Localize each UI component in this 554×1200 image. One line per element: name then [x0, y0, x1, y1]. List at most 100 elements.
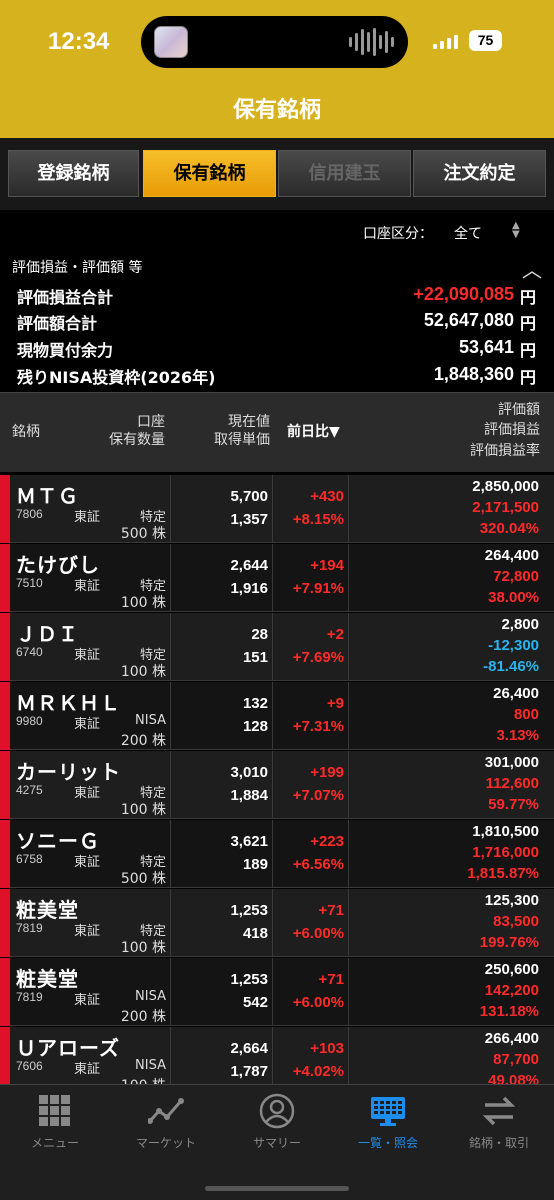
- tab-registered[interactable]: 登録銘柄: [8, 150, 139, 197]
- stock-code: 7510: [16, 576, 43, 590]
- table-row[interactable]: ＪＤＩ 6740 東証 特定 100 株 28 151 +2 +7.69% 2,800 -12,30…: [0, 613, 554, 681]
- unrealized-pl-rate: -81.46%: [483, 658, 539, 675]
- gain-indicator-bar: [0, 544, 10, 612]
- market-label: 東証: [74, 1062, 101, 1077]
- table-row[interactable]: カーリット 4275 東証 特定 100 株 3,010 1,884 +199 +7.07% 30…: [0, 751, 554, 819]
- holdings-list: ＭＴＧ 7806 東証 特定 500 株 5,700 1,357 +430 +8.15% 2,85…: [0, 475, 554, 1084]
- cost-price: 1,916: [230, 580, 268, 597]
- stock-code: 7806: [16, 507, 43, 521]
- table-row[interactable]: ＭＴＧ 7806 東証 特定 500 株 5,700 1,357 +430 +8.15% 2,85…: [0, 475, 554, 543]
- tab-orders[interactable]: 注文約定: [413, 150, 546, 197]
- stock-name: 粧美堂: [16, 898, 79, 922]
- current-price: 3,010: [230, 764, 268, 781]
- table-row[interactable]: 粧美堂 7819 東証 NISA 200 株 1,253 542 +71 +6.00% 250,6…: [0, 958, 554, 1026]
- summary-unit: 円: [519, 314, 536, 333]
- gain-indicator-bar: [0, 958, 10, 1026]
- cell-divider: [170, 1027, 171, 1084]
- unrealized-pl: 87,700: [493, 1051, 539, 1068]
- dynamic-island[interactable]: [141, 16, 408, 68]
- table-row[interactable]: Ｕアローズ7606 東証 NISA 100 株 2,664 1,787 +103 +4.02%…: [0, 1027, 554, 1084]
- cell-divider: [170, 475, 171, 543]
- market-value: 26,400: [493, 685, 539, 702]
- unrealized-pl-rate: 320.04%: [479, 520, 539, 537]
- table-row[interactable]: ソニーＧ 6758 東証 特定 500 株 3,621 189 +223 +6.56% 1,810…: [0, 820, 554, 888]
- cell-divider: [348, 1027, 349, 1084]
- collapse-caret-icon[interactable]: ︿: [522, 254, 542, 283]
- select-arrows-icon[interactable]: ▲ ▼: [512, 221, 520, 240]
- market-label: 東証: [74, 993, 101, 1008]
- bottom-nav: メニュー マーケット サマリー 一覧・照会 銘柄・取引: [0, 1084, 554, 1200]
- market-label: 東証: [74, 717, 101, 732]
- cell-divider: [348, 820, 349, 888]
- summary-unit: 円: [519, 288, 536, 307]
- summary-row-nisa: 残りNISA投資枠(2026年) 1,848,360 円: [0, 361, 554, 387]
- filter-value[interactable]: 全て: [454, 223, 482, 243]
- tab-margin[interactable]: 信用建玉: [278, 150, 411, 197]
- cell-divider: [348, 475, 349, 543]
- col-price[interactable]: 現在値: [228, 413, 270, 432]
- person-icon: [259, 1093, 295, 1129]
- stock-code: 7606: [16, 1059, 43, 1073]
- nav-menu[interactable]: メニュー: [0, 1085, 110, 1155]
- account-filter[interactable]: 口座区分： 全て ▲ ▼: [0, 210, 554, 252]
- cost-price: 1,787: [230, 1063, 268, 1080]
- summary-value: 53,641: [458, 337, 514, 357]
- summary-row-value: 評価額合計 52,647,080 円: [0, 307, 554, 333]
- gain-indicator-bar: [0, 613, 10, 681]
- current-price: 132: [242, 695, 268, 712]
- day-change: +194: [310, 557, 344, 574]
- tab-holdings[interactable]: 保有銘柄: [143, 150, 276, 197]
- stock-code: 7819: [16, 921, 43, 935]
- summary-header[interactable]: 評価損益・評価額 等 ︿: [0, 252, 554, 283]
- col-cost[interactable]: 取得単価: [214, 431, 270, 450]
- stock-name: カーリット: [16, 760, 121, 784]
- market-value: 301,000: [484, 754, 539, 771]
- unrealized-pl: -12,300: [488, 637, 539, 654]
- cell-divider: [272, 475, 273, 543]
- grid-icon: [39, 1095, 70, 1126]
- col-quantity[interactable]: 保有数量: [109, 431, 165, 450]
- stock-code: 6740: [16, 645, 43, 659]
- nav-summary[interactable]: サマリー: [222, 1085, 332, 1155]
- nav-list[interactable]: 一覧・照会: [333, 1085, 443, 1155]
- col-name[interactable]: 銘柄: [12, 423, 40, 442]
- quantity: 100 株: [121, 1075, 166, 1084]
- cell-divider: [170, 682, 171, 750]
- summary-label: 残りNISA投資枠(2026年): [17, 368, 216, 387]
- cell-divider: [348, 613, 349, 681]
- nav-market[interactable]: マーケット: [111, 1085, 221, 1155]
- gain-indicator-bar: [0, 751, 10, 819]
- now-playing-thumbnail: [154, 26, 188, 58]
- summary-title: 評価損益・評価額 等: [12, 260, 143, 276]
- quantity: 100 株: [120, 940, 166, 956]
- day-change: +103: [310, 1040, 344, 1057]
- unrealized-pl-rate: 131.18%: [479, 1003, 539, 1020]
- gain-indicator-bar: [0, 1027, 10, 1084]
- filter-label: 口座区分：: [363, 226, 433, 242]
- summary-row-buying-power: 現物買付余力 53,641 円: [0, 334, 554, 360]
- unrealized-pl-rate: 3.13%: [496, 727, 539, 744]
- cell-divider: [348, 958, 349, 1026]
- col-change-sort[interactable]: 前日比▼: [287, 423, 340, 442]
- chart-line-icon: [148, 1098, 184, 1124]
- nav-trade[interactable]: 銘柄・取引: [444, 1085, 554, 1155]
- market-label: 東証: [74, 510, 101, 525]
- market-value: 2,850,000: [472, 478, 539, 495]
- cost-price: 1,357: [230, 511, 268, 528]
- unrealized-pl: 72,800: [493, 568, 539, 585]
- cell-divider: [170, 544, 171, 612]
- market-value: 2,800: [501, 616, 539, 633]
- cell-divider: [272, 544, 273, 612]
- table-row[interactable]: 粧美堂 7819 東証 特定 100 株 1,253 418 +71 +6.00% 125,300…: [0, 889, 554, 957]
- unrealized-pl-rate: 199.76%: [479, 934, 539, 951]
- market-label: 東証: [74, 786, 101, 801]
- col-account[interactable]: 口座: [137, 413, 165, 432]
- quantity: 200 株: [120, 1009, 166, 1025]
- col-value[interactable]: 評価額: [498, 401, 540, 420]
- col-pl[interactable]: 評価損益: [484, 421, 540, 440]
- table-row[interactable]: ＭＲＫＨＬ 9980 東証 NISA 200 株 132 128 +9 +7.31% 26,400…: [0, 682, 554, 750]
- cell-divider: [348, 544, 349, 612]
- table-row[interactable]: たけびし 7510 東証 特定 100 株 2,644 1,916 +194 +7.91% 264…: [0, 544, 554, 612]
- col-pl-rate[interactable]: 評価損益率: [470, 442, 540, 461]
- account-type: NISA: [135, 713, 166, 728]
